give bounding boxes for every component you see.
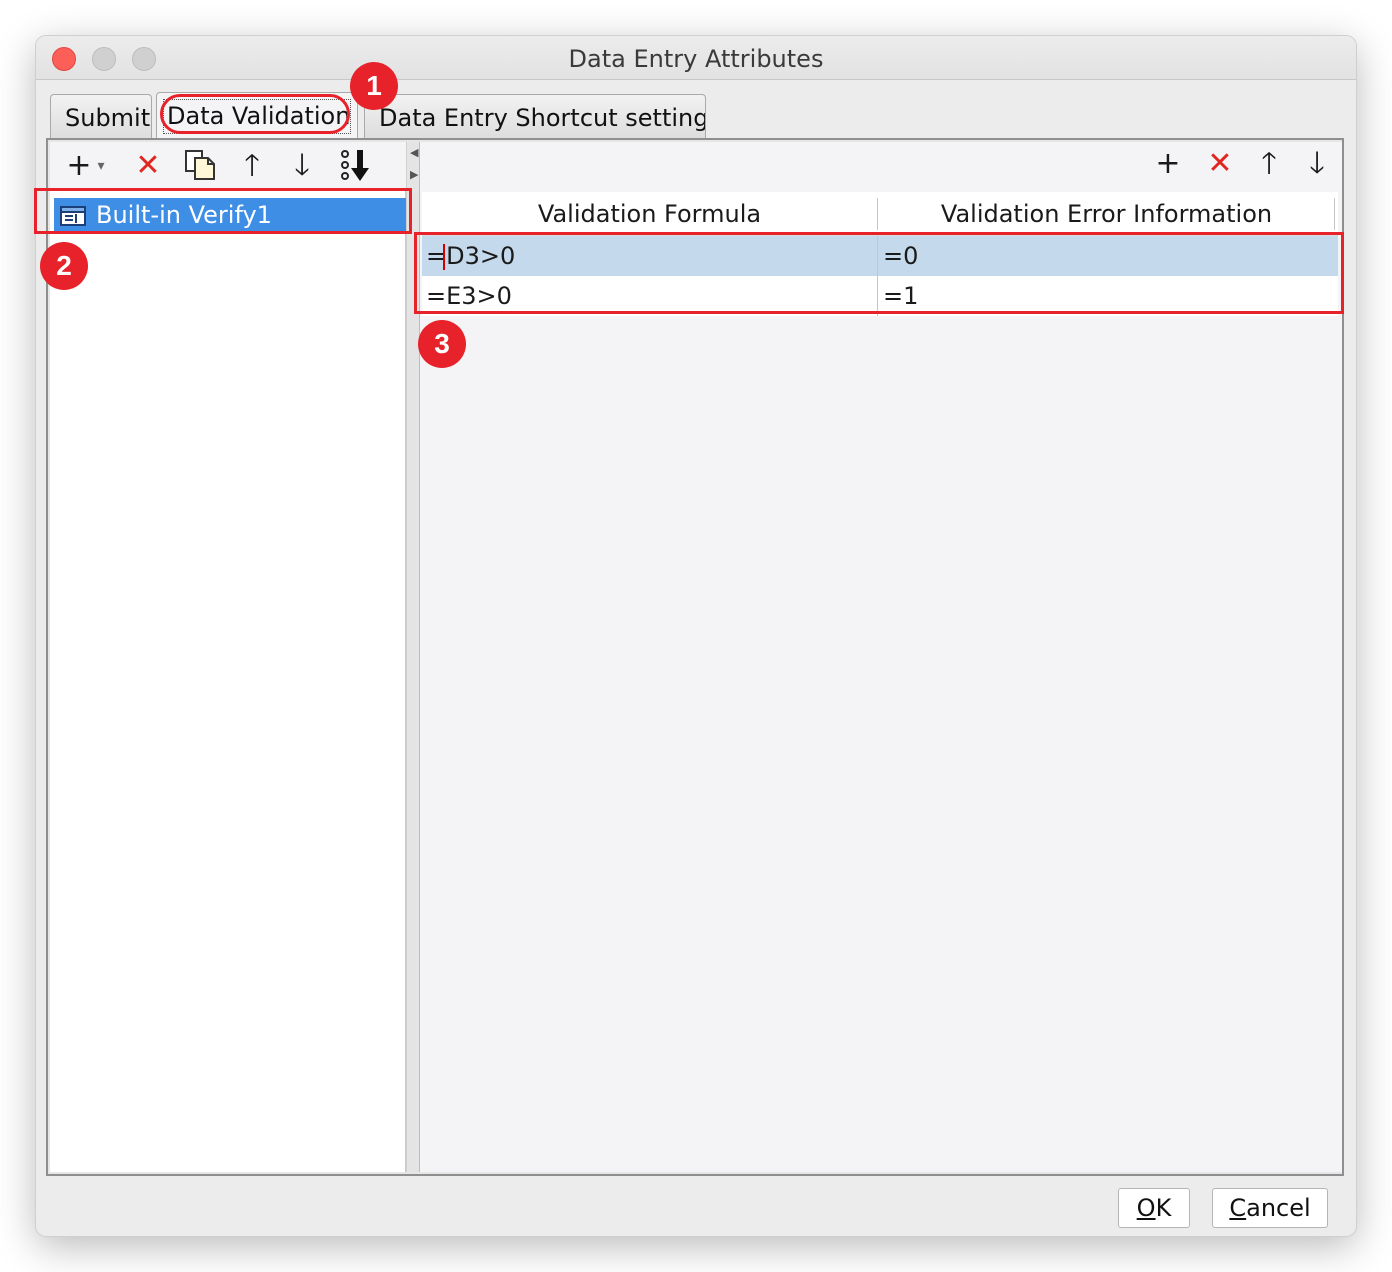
tab-data-entry-shortcut-settings[interactable]: Data Entry Shortcut settings (364, 94, 706, 140)
error-info-cell[interactable]: =0 (879, 236, 1338, 276)
delete-icon[interactable]: ✕ (130, 148, 166, 184)
expand-right-icon[interactable]: ▶ (410, 168, 418, 181)
table-header: Validation Formula Validation Error Info… (422, 192, 1338, 236)
error-info-cell[interactable]: =1 (879, 276, 1338, 316)
verify-item-icon (60, 203, 86, 227)
text-cursor (443, 244, 445, 270)
list-item-built-in-verify1[interactable]: Built-in Verify1 (54, 198, 408, 232)
copy-icon[interactable] (182, 148, 218, 184)
tab-submit[interactable]: Submit (50, 94, 152, 140)
list-item-label: Built-in Verify1 (96, 201, 272, 229)
split-pane-divider[interactable]: ◀ ▶ (406, 142, 420, 1172)
column-header-validation-formula[interactable]: Validation Formula (422, 198, 878, 230)
cancel-label: ancel (1246, 1194, 1311, 1222)
tab-data-validation-label: Data Validation (167, 102, 351, 130)
cancel-button[interactable]: Cancel (1212, 1188, 1328, 1228)
validation-table-pane: + ✕ 🡑 🡓 Validation Formula Validation Er… (420, 142, 1342, 1172)
formula-cell[interactable]: =E3>0 (422, 276, 878, 316)
table-row[interactable]: =E3>0 =1 (422, 276, 1338, 316)
move-row-down-icon[interactable]: 🡓 (1302, 146, 1332, 182)
dialog-window: Data Entry Attributes Submit Data Valida… (36, 36, 1356, 1236)
ok-mnemonic: O (1136, 1194, 1156, 1222)
copy-icon-graphic (185, 150, 215, 180)
add-icon[interactable]: + (64, 148, 94, 184)
delete-row-icon[interactable]: ✕ (1202, 146, 1238, 182)
add-dropdown-icon[interactable]: ▾ (94, 148, 108, 184)
right-toolbar: + ✕ 🡑 🡓 (420, 142, 1342, 190)
formula-cell[interactable]: =D3>0 (422, 236, 878, 276)
table-row[interactable]: =D3>0 =0 (422, 236, 1338, 276)
move-to-bottom-icon[interactable] (338, 148, 378, 184)
window-title: Data Entry Attributes (568, 45, 824, 73)
move-row-up-icon[interactable]: 🡑 (1254, 146, 1284, 182)
cancel-mnemonic: C (1229, 1194, 1247, 1222)
annotation-badge-1: 1 (350, 62, 398, 110)
move-up-icon[interactable]: 🡑 (236, 148, 268, 184)
ok-label: K (1155, 1194, 1172, 1222)
add-row-icon[interactable]: + (1152, 146, 1184, 182)
verify-list[interactable]: Built-in Verify1 (50, 190, 408, 1172)
column-header-validation-error-information[interactable]: Validation Error Information (879, 198, 1335, 230)
tab-data-validation[interactable]: Data Validation (156, 92, 358, 140)
annotation-badge-2: 2 (40, 242, 88, 290)
tab-content-panel: + ▾ ✕ 🡑 🡓 Built-in Verify1 ◀ ▶ + ✕ 🡑 🡓 V… (46, 138, 1344, 1176)
move-down-icon[interactable]: 🡓 (286, 148, 318, 184)
annotation-badge-3: 3 (418, 320, 466, 368)
ok-button[interactable]: OK (1118, 1188, 1190, 1228)
left-toolbar: + ▾ ✕ 🡑 🡓 (50, 142, 406, 190)
verify-item-icon-graphic (60, 206, 86, 226)
collapse-left-icon[interactable]: ◀ (410, 146, 418, 159)
verify-list-pane: + ▾ ✕ 🡑 🡓 Built-in Verify1 (50, 142, 408, 1172)
title-bar[interactable]: Data Entry Attributes (36, 36, 1356, 80)
move-to-bottom-icon-graphic (341, 150, 369, 181)
